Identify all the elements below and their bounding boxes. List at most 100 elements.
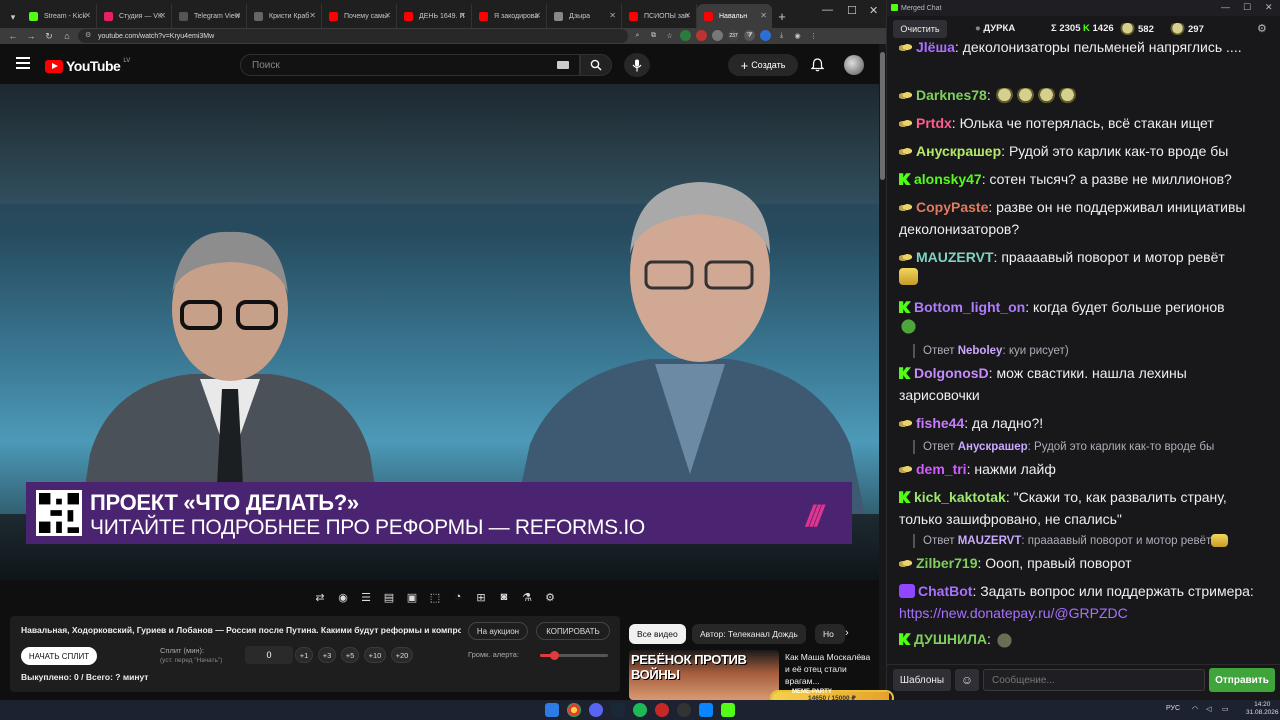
tab-close-icon[interactable]: ✕ [309, 11, 316, 20]
browser-tab[interactable]: Я закодирова ✕ [472, 4, 547, 28]
extension-green-icon[interactable] [680, 30, 691, 41]
zoom-search-icon[interactable]: ⌕ [632, 30, 643, 41]
settings-gear-icon[interactable]: ⚙ [540, 587, 560, 607]
browser-tab[interactable]: Почему самы ✕ [322, 4, 397, 28]
chevron-right-icon[interactable]: › [845, 627, 849, 639]
chat-close-icon[interactable]: ✕ [1265, 2, 1273, 13]
chat-message[interactable]: Darknes78: [899, 84, 1263, 106]
clip-icon[interactable]: ▤ [379, 587, 399, 607]
new-tab-button[interactable]: + [772, 4, 792, 28]
chat-message[interactable]: dem_tri: нажми лайф [899, 458, 1263, 480]
start-icon[interactable] [545, 703, 559, 717]
chat-nick[interactable]: ChatBot [918, 583, 972, 599]
flask-icon[interactable]: ⚗ [517, 587, 537, 607]
reply-nick[interactable]: Анускрашер [958, 441, 1028, 453]
extension-grey-icon[interactable] [712, 30, 723, 41]
browser-tab[interactable]: Навальн ✕ [697, 4, 772, 28]
chat-nick[interactable]: Bottom_light_on [914, 299, 1025, 315]
tab-close-icon[interactable]: ✕ [234, 11, 241, 20]
extension-puzzle-icon[interactable]: ⧩ [744, 30, 755, 41]
playlist-add-icon[interactable]: ☰ [356, 587, 376, 607]
video-player[interactable]: ПРОЕКТ «ЧТО ДЕЛАТЬ?» ЧИТАЙТЕ ПОДРОБНЕЕ П… [0, 84, 879, 580]
tab-close-icon[interactable]: ✕ [760, 11, 767, 20]
recommendation-thumbnail[interactable]: РЕБЁНОК ПРОТИВ ВОЙНЫ [629, 650, 779, 700]
chat-message[interactable]: DolgonosD: мож свастики. нашла лехины за… [899, 362, 1263, 406]
fullscreen-icon[interactable]: ⬚ [425, 587, 445, 607]
maximize-icon[interactable]: ☐ [847, 4, 857, 17]
step-plus-10[interactable]: +10 [364, 647, 386, 663]
message-input[interactable]: Сообщение... [983, 669, 1205, 691]
chip-more[interactable]: Но [815, 624, 845, 644]
chat-nick[interactable]: DolgonosD [914, 365, 989, 381]
menu-icon[interactable] [16, 57, 30, 69]
back-icon[interactable]: ← [4, 31, 22, 41]
profile-icon[interactable]: ◉ [792, 30, 803, 41]
tab-close-icon[interactable]: ✕ [84, 11, 91, 20]
notifications-button[interactable] [808, 56, 826, 74]
reply-nick[interactable]: MAUZERVT [958, 535, 1022, 547]
auction-button[interactable]: На аукцион [468, 622, 528, 640]
forward-icon[interactable]: → [22, 31, 40, 41]
extension-badge[interactable]: 237 [728, 30, 739, 41]
chat-message[interactable]: Jlёша: деколонизаторы пельменей напрягли… [899, 36, 1263, 58]
voice-search-button[interactable] [624, 53, 650, 77]
keyboard-icon[interactable] [557, 61, 569, 69]
recommendation-title[interactable]: Как Маша Москалёва и её отец стали врага… [785, 651, 875, 687]
install-app-icon[interactable]: ⧉ [648, 30, 659, 41]
emoji-button[interactable]: ☺ [955, 669, 979, 691]
chat-settings-icon[interactable]: ⚙ [1257, 22, 1267, 35]
tab-close-icon[interactable]: ✕ [684, 11, 691, 20]
chat-minimize-icon[interactable]: — [1221, 2, 1230, 12]
downloads-icon[interactable]: ⤓ [776, 30, 787, 41]
taskbar-clock[interactable]: 14:20 31.08.2026 [1246, 701, 1279, 717]
chat-reply[interactable]: Ответ MAUZERVT: праааавый поворот и мото… [913, 534, 1263, 548]
obs-icon[interactable] [677, 703, 691, 717]
app-red-icon[interactable] [655, 703, 669, 717]
alert-volume-slider[interactable] [540, 651, 608, 660]
chip-all-videos[interactable]: Все видео [629, 624, 686, 644]
audio-icon[interactable]: ◉ [333, 587, 353, 607]
step-plus-3[interactable]: +3 [318, 647, 336, 663]
extension-red-icon[interactable] [696, 30, 707, 41]
close-icon[interactable]: ✕ [869, 4, 878, 17]
home-icon[interactable]: ⌂ [58, 31, 76, 41]
browser-tab[interactable]: Студия — VK ✕ [97, 4, 172, 28]
chat-nick[interactable]: kick_kaktotak [914, 489, 1006, 505]
step-plus-20[interactable]: +20 [391, 647, 413, 663]
search-input[interactable]: Поиск [240, 54, 580, 76]
alert-volume-handle[interactable] [549, 651, 559, 660]
chat-nick[interactable]: MAUZERVT [916, 249, 994, 265]
loop-icon[interactable]: ⇄ [310, 587, 330, 607]
create-button[interactable]: + Создать [728, 54, 798, 76]
browser-tab[interactable]: Дзыра ✕ [547, 4, 622, 28]
step-plus-1[interactable]: +1 [295, 647, 313, 663]
browser-tab[interactable]: Telegram View ✕ [172, 4, 247, 28]
reload-icon[interactable]: ↻ [40, 31, 58, 42]
spotify-icon[interactable] [633, 703, 647, 717]
copy-button[interactable]: КОПИРОВАТЬ [536, 622, 610, 640]
search-button[interactable] [580, 54, 612, 76]
tab-close-icon[interactable]: ✕ [459, 11, 466, 20]
reply-nick[interactable]: Neboley [958, 345, 1003, 357]
chat-reply[interactable]: Ответ Анускрашер: Рудой это карлик как-т… [913, 440, 1263, 454]
tab-close-icon[interactable]: ✕ [384, 11, 391, 20]
chat-message[interactable]: kick_kaktotak: "Скажи то, как развалить … [899, 486, 1263, 530]
youtube-logo[interactable]: YouTube LV [45, 58, 130, 74]
browser-tab[interactable]: ПСИОПЫ зап ✕ [622, 4, 697, 28]
tab-close-icon[interactable]: ✕ [159, 11, 166, 20]
kick-app-icon[interactable] [721, 703, 735, 717]
tab-search-icon[interactable]: ▾ [4, 6, 22, 28]
network-icon[interactable]: ◠ [1192, 705, 1198, 713]
chat-nick[interactable]: Darknes78 [916, 87, 987, 103]
chrome-icon[interactable] [567, 703, 581, 717]
step-plus-5[interactable]: +5 [341, 647, 359, 663]
chat-message[interactable]: MAUZERVT: праааавый поворот и мотор ревё… [899, 246, 1263, 285]
bookmark-star-icon[interactable]: ☆ [664, 30, 675, 41]
chat-message[interactable]: alonsky47: сотен тысяч? а разве не милли… [899, 168, 1263, 190]
start-split-button[interactable]: НАЧАТЬ СПЛИТ [21, 647, 97, 665]
chat-message[interactable]: Zilber719: Оооп, правый поворот [899, 552, 1263, 574]
chat-nick[interactable]: dem_tri [916, 461, 967, 477]
browser-tab[interactable]: ДЕНЬ 1649. П ✕ [397, 4, 472, 28]
chat-message[interactable]: Анускрашер: Рудой это карлик как-то врод… [899, 140, 1263, 162]
tab-close-icon[interactable]: ✕ [534, 11, 541, 20]
